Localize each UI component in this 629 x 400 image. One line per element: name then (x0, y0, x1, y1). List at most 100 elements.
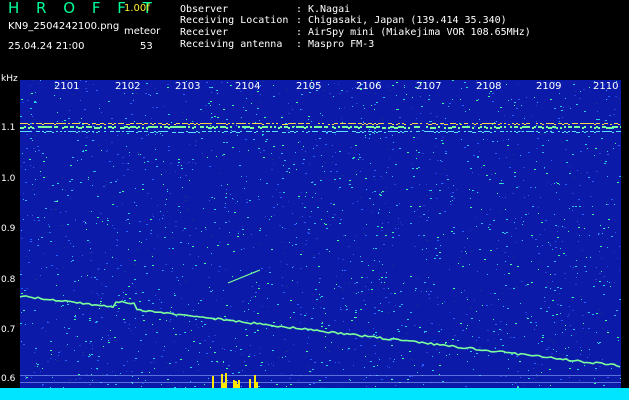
noise-speckle (112, 257, 113, 258)
carrier-line (432, 123, 434, 124)
noise-speckle (504, 274, 505, 275)
noise-speckle (301, 109, 303, 110)
noise-speckle (281, 324, 282, 325)
carrier-line (482, 123, 484, 124)
noise-speckle (310, 359, 312, 360)
noise-speckle (501, 293, 503, 294)
carrier-line (346, 131, 348, 132)
noise-speckle (146, 89, 148, 90)
carrier-line (490, 127, 492, 129)
carrier-line (274, 126, 276, 128)
carrier-line (148, 126, 150, 128)
carrier-line (360, 126, 362, 128)
noise-speckle (316, 299, 318, 300)
carrier-line (264, 126, 266, 128)
carrier-line (242, 123, 244, 124)
noise-speckle (295, 229, 296, 230)
noise-speckle (168, 90, 169, 91)
carrier-line (316, 126, 318, 128)
noise-speckle (298, 196, 300, 197)
noise-speckle (309, 216, 311, 217)
noise-speckle (472, 336, 473, 337)
noise-speckle (120, 265, 122, 266)
noise-speckle (172, 237, 174, 238)
carrier-line (216, 123, 218, 124)
carrier-line (458, 131, 460, 132)
noise-speckle (441, 161, 443, 162)
noise-speckle (105, 286, 107, 287)
noise-speckle (195, 145, 196, 146)
carrier-line (444, 131, 446, 132)
noise-speckle (508, 100, 509, 101)
noise-speckle (345, 151, 346, 152)
noise-speckle (91, 277, 92, 278)
noise-speckle (41, 268, 42, 269)
noise-speckle (271, 103, 272, 104)
noise-speckle (389, 212, 390, 213)
carrier-line (76, 126, 78, 128)
carrier-line (446, 124, 448, 125)
noise-speckle (516, 287, 518, 288)
noise-speckle (42, 327, 44, 328)
carrier-line (44, 126, 46, 128)
noise-speckle (390, 293, 392, 294)
noise-speckle (286, 246, 287, 247)
noise-speckle (491, 174, 492, 175)
noise-speckle (336, 284, 337, 285)
carrier-line (52, 132, 54, 133)
noise-speckle (608, 227, 609, 228)
noise-speckle (54, 201, 56, 202)
noise-speckle (446, 175, 448, 176)
noise-speckle (74, 316, 76, 317)
noise-speckle (296, 169, 297, 170)
noise-speckle (373, 248, 374, 249)
noise-speckle (439, 213, 441, 214)
noise-speckle (414, 365, 415, 366)
noise-speckle (363, 233, 365, 234)
noise-speckle (373, 334, 375, 335)
carrier-line (484, 123, 486, 124)
noise-speckle (378, 213, 379, 214)
noise-speckle (40, 275, 41, 276)
noise-speckle (60, 212, 61, 213)
carrier-line (502, 131, 504, 132)
carrier-line (500, 126, 502, 128)
noise-speckle (293, 344, 294, 345)
carrier-line (68, 131, 70, 132)
noise-speckle (273, 96, 275, 97)
noise-speckle (588, 328, 590, 329)
noise-speckle (138, 378, 139, 379)
carrier-line (516, 132, 518, 133)
noise-speckle (470, 351, 472, 352)
noise-speckle (127, 361, 128, 362)
noise-speckle (443, 183, 444, 184)
carrier-line (46, 123, 48, 124)
noise-speckle (453, 380, 455, 381)
carrier-line (64, 123, 66, 124)
noise-speckle (49, 226, 50, 227)
noise-speckle (527, 284, 529, 285)
noise-speckle (37, 245, 38, 246)
noise-speckle (85, 222, 86, 223)
noise-speckle (548, 347, 550, 348)
noise-speckle (538, 269, 539, 270)
noise-speckle (555, 334, 556, 335)
noise-speckle (452, 289, 454, 290)
noise-speckle (548, 242, 549, 243)
noise-speckle (79, 308, 80, 309)
noise-speckle (422, 364, 424, 365)
noise-speckle (360, 256, 361, 257)
noise-speckle (521, 105, 522, 106)
carrier-line (350, 126, 352, 128)
carrier-line (590, 126, 592, 128)
noise-speckle (245, 365, 247, 366)
noise-speckle (93, 84, 94, 85)
noise-speckle (480, 290, 482, 291)
carrier-line (364, 123, 366, 124)
noise-speckle (265, 370, 266, 371)
noise-speckle (94, 277, 96, 278)
noise-speckle (580, 151, 582, 152)
noise-speckle (495, 324, 497, 325)
noise-speckle (91, 156, 93, 157)
noise-speckle (553, 342, 555, 343)
